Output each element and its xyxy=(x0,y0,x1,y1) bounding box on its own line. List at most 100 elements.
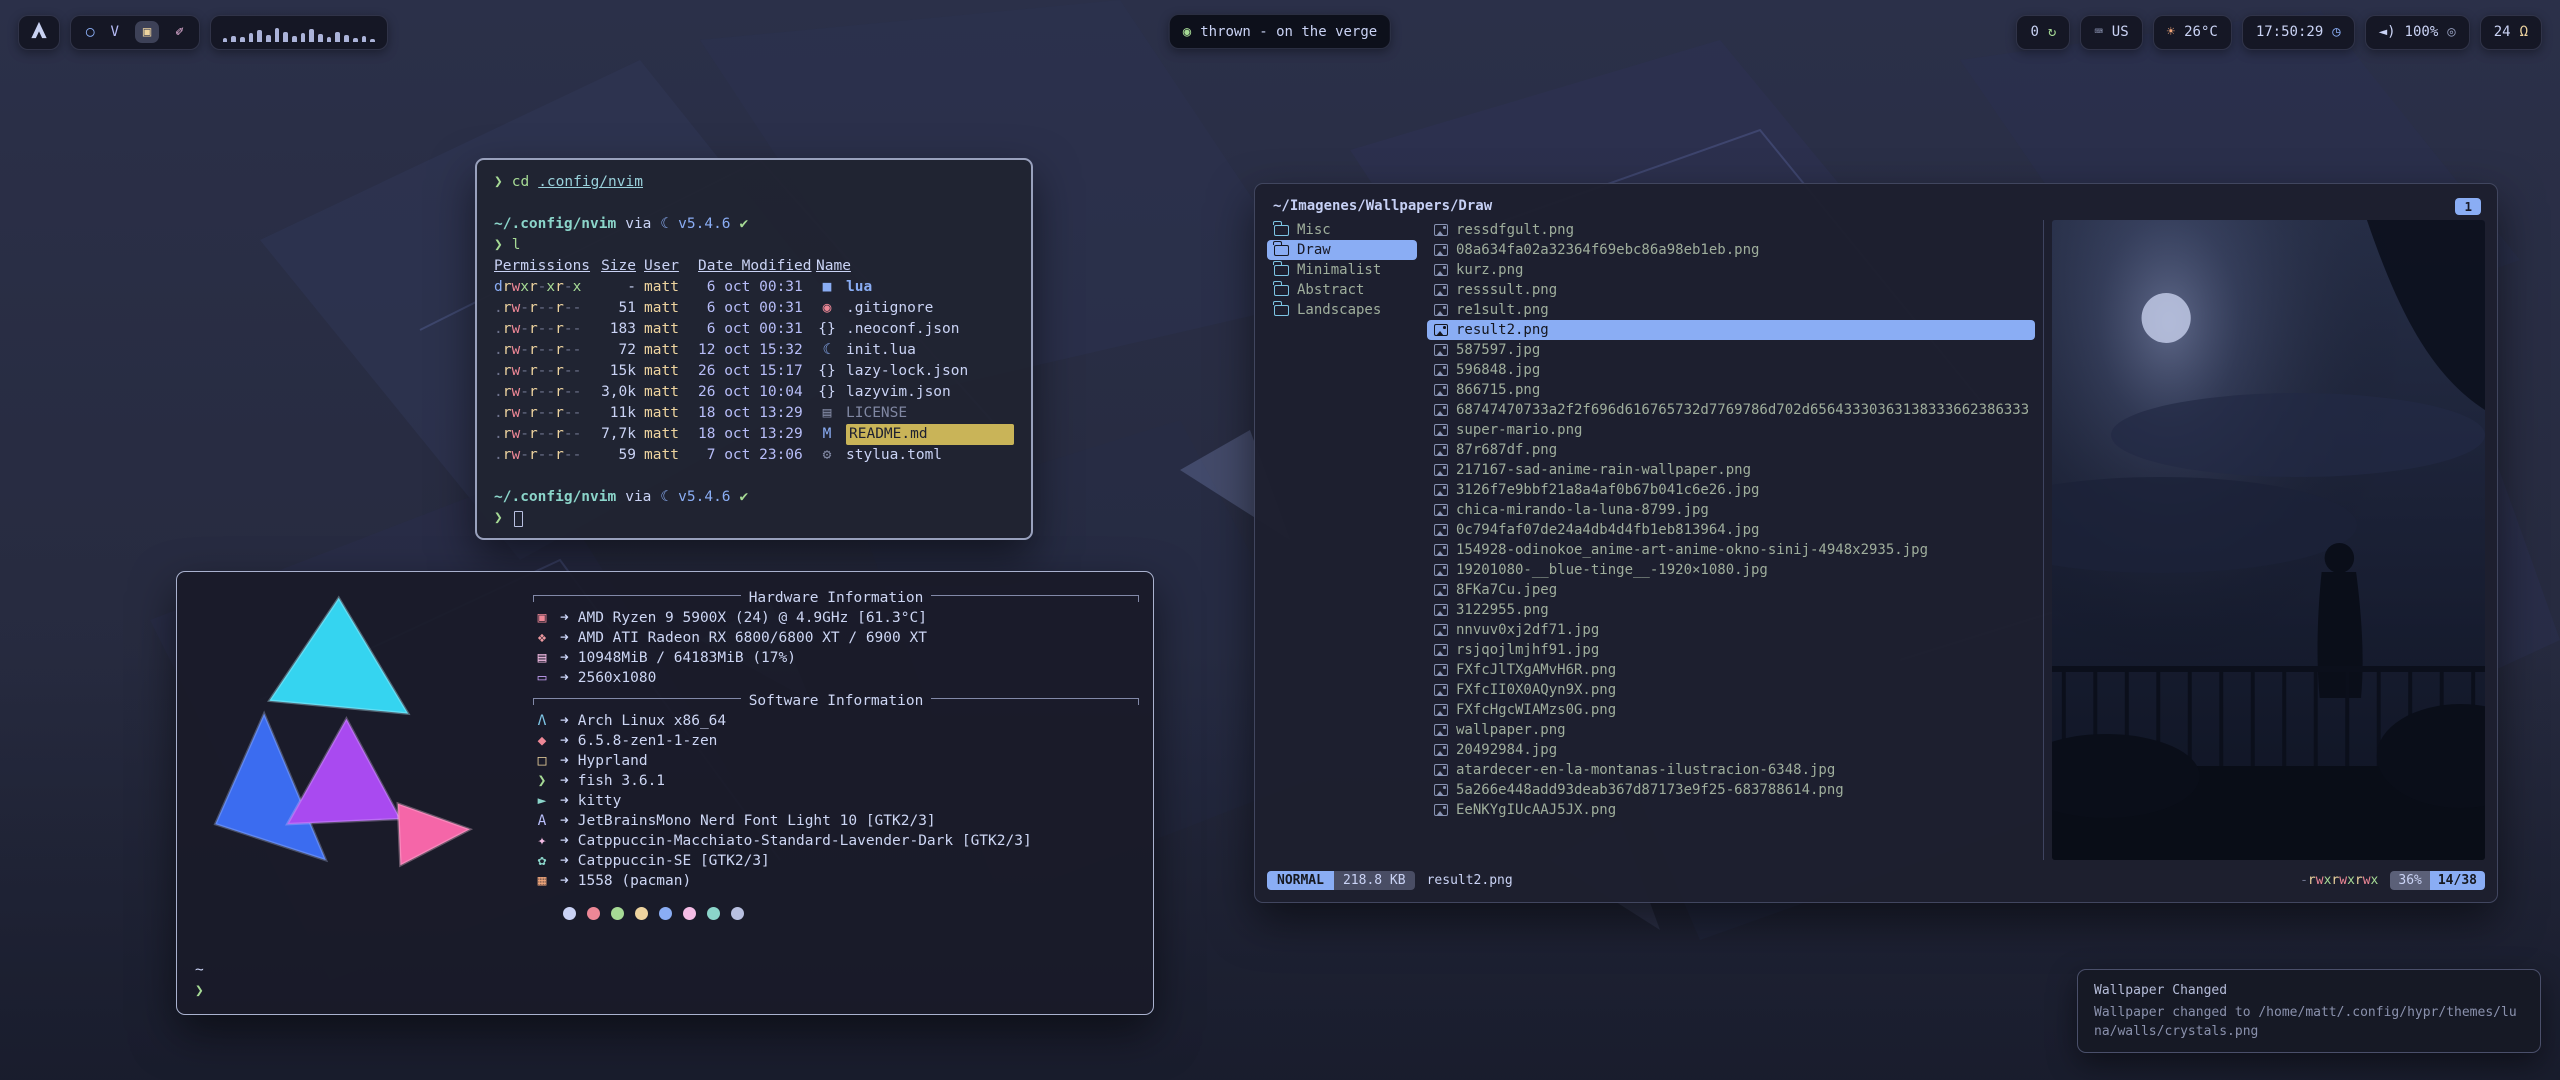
file-name: 596848.jpg xyxy=(1456,362,1540,378)
file-row[interactable]: atardecer-en-la-montanas-ilustracion-634… xyxy=(1427,760,2035,780)
visualizer-bar xyxy=(318,34,323,42)
sidebar-folder[interactable]: Landscapes xyxy=(1267,300,1417,320)
os-icon: Λ xyxy=(533,711,551,731)
image-file-icon xyxy=(1434,804,1448,816)
media-widget[interactable]: ◉ thrown - on the verge xyxy=(1169,14,1391,49)
file-owner: matt xyxy=(644,277,690,298)
file-row[interactable]: result2.png xyxy=(1427,320,2035,340)
file-row[interactable]: rsjqojlmjhf91.jpg xyxy=(1427,640,2035,660)
status-bar-left: ◯ V ▣ ✐ xyxy=(18,15,388,50)
file-manager-window[interactable]: ~/Imagenes/Wallpapers/Draw 1 Misc Draw M… xyxy=(1254,183,2498,903)
file-name: 587597.jpg xyxy=(1456,342,1540,358)
terminal-window[interactable]: ❯ cd .config/nvim ~/.config/nvim via ☾ v… xyxy=(475,158,1033,540)
file-row[interactable]: FXfcII0X0AQyn9X.png xyxy=(1427,680,2035,700)
file-row[interactable]: resssult.png xyxy=(1427,280,2035,300)
image-file-icon xyxy=(1434,464,1448,476)
file-row[interactable]: 19201080-__blue-tinge__-1920×1080.jpg xyxy=(1427,560,2035,580)
color-dot xyxy=(707,907,720,920)
image-file-icon xyxy=(1434,544,1448,556)
microphone-icon: ◎ xyxy=(2447,24,2455,40)
license-icon: ▤ xyxy=(816,403,838,424)
image-file-icon xyxy=(1434,624,1448,636)
via-label: via xyxy=(625,214,651,235)
file-row[interactable]: 596848.jpg xyxy=(1427,360,2035,380)
visualizer-bar xyxy=(266,35,271,42)
circle-icon[interactable]: ◯ xyxy=(86,24,94,40)
image-file-icon xyxy=(1434,784,1448,796)
info-line: ► ➜ kitty xyxy=(533,791,1139,811)
sidebar-folder[interactable]: Minimalist xyxy=(1267,260,1417,280)
updates-widget[interactable]: 0 ↻ xyxy=(2016,15,2070,50)
prompt-symbol: ❯ xyxy=(494,508,503,529)
tab-badge[interactable]: 1 xyxy=(2455,198,2481,215)
sidebar-folder[interactable]: Draw xyxy=(1267,240,1417,260)
notifications-widget[interactable]: 24 Ω xyxy=(2480,15,2542,50)
image-file-icon xyxy=(1434,644,1448,656)
file-row[interactable]: re1sult.png xyxy=(1427,300,2035,320)
info-value: 1558 (pacman) xyxy=(578,871,692,891)
file-row[interactable]: wallpaper.png xyxy=(1427,720,2035,740)
workspace-switcher[interactable]: ◯ V ▣ ✐ xyxy=(70,15,200,50)
file-name: .gitignore xyxy=(846,298,1014,319)
file-row[interactable]: 154928-odinokoe_anime-art-anime-okno-sin… xyxy=(1427,540,2035,560)
temperature-label: 26°C xyxy=(2184,24,2218,40)
file-name: chica-mirando-la-luna-8799.jpg xyxy=(1456,502,1709,518)
color-dot xyxy=(635,907,648,920)
file-row[interactable]: 866715.png xyxy=(1427,380,2035,400)
sidebar-folder[interactable]: Misc xyxy=(1267,220,1417,240)
image-file-icon xyxy=(1434,744,1448,756)
sidebar-folder[interactable]: Abstract xyxy=(1267,280,1417,300)
image-file-icon xyxy=(1434,704,1448,716)
file-row[interactable]: FXfcHgcWIAMzs0G.png xyxy=(1427,700,2035,720)
scroll-percent-badge: 36% xyxy=(2390,871,2429,890)
gtk-theme-icon: ✦ xyxy=(533,831,551,851)
folder-icon[interactable]: ▣ xyxy=(135,21,159,43)
launcher-button[interactable] xyxy=(18,15,60,50)
file-row[interactable]: kurz.png xyxy=(1427,260,2035,280)
image-preview-pane xyxy=(2043,220,2485,860)
file-row[interactable]: EeNKYgIUcAAJ5JX.png xyxy=(1427,800,2035,820)
volume-widget[interactable]: ◄) 100% ◎ xyxy=(2365,15,2470,50)
brush-icon[interactable]: ✐ xyxy=(175,24,183,40)
file-row[interactable]: 3122955.png xyxy=(1427,600,2035,620)
image-file-icon xyxy=(1434,424,1448,436)
file-row[interactable]: 8FKa7Cu.jpeg xyxy=(1427,580,2035,600)
weather-widget[interactable]: ☀ 26°C xyxy=(2153,15,2232,50)
file-row[interactable]: 68747470733a2f2f696d616765732d7769786d70… xyxy=(1427,400,2035,420)
prompt-path: ~/.config/nvim xyxy=(494,214,616,235)
file-row[interactable]: super-mario.png xyxy=(1427,420,2035,440)
visualizer-bar xyxy=(249,33,254,42)
status-filename: result2.png xyxy=(1427,873,1513,888)
file-row[interactable]: 217167-sad-anime-rain-wallpaper.png xyxy=(1427,460,2035,480)
info-value: 10948MiB / 64183MiB (17%) xyxy=(578,648,796,668)
file-row[interactable]: 20492984.jpg xyxy=(1427,740,2035,760)
file-row[interactable]: 87r687df.png xyxy=(1427,440,2035,460)
wm-icon: □ xyxy=(533,751,551,771)
system-info-window[interactable]: Hardware Information ▣ ➜ AMD Ryzen 9 590… xyxy=(176,571,1154,1015)
media-title: thrown - on the verge xyxy=(1200,24,1377,40)
color-dot xyxy=(659,907,672,920)
file-row[interactable]: FXfcJlTXgAMvH6R.png xyxy=(1427,660,2035,680)
arch-logo-icon xyxy=(30,21,48,43)
color-dot xyxy=(683,907,696,920)
file-row[interactable]: 08a634fa02a32364f69ebc86a98eb1eb.png xyxy=(1427,240,2035,260)
file-owner: matt xyxy=(644,403,690,424)
clock-widget[interactable]: 17:50:29 ◷ xyxy=(2242,15,2355,50)
file-row[interactable]: nnvuv0xj2df71.jpg xyxy=(1427,620,2035,640)
folder-icon xyxy=(1274,245,1289,256)
blank-line xyxy=(494,193,1014,214)
file-row[interactable]: 587597.jpg xyxy=(1427,340,2035,360)
input-line[interactable]: ❯ xyxy=(494,508,1014,529)
notification-toast[interactable]: Wallpaper Changed Wallpaper changed to /… xyxy=(2077,969,2541,1053)
file-row[interactable]: ressdfgult.png xyxy=(1427,220,2035,240)
file-row[interactable]: 5a266e448add93deab367d87173e9f25-6837886… xyxy=(1427,780,2035,800)
keyboard-layout-widget[interactable]: ⌨ US xyxy=(2080,15,2142,50)
image-file-icon xyxy=(1434,524,1448,536)
keyboard-icon: ⌨ xyxy=(2094,24,2102,40)
color-dot xyxy=(731,907,744,920)
file-row[interactable]: 3126f7e9bbf21a8a4af0b67b041c6e26.jpg xyxy=(1427,480,2035,500)
command-text: l xyxy=(512,235,521,256)
vivaldi-icon[interactable]: V xyxy=(110,24,118,40)
file-row[interactable]: 0c794faf07de24a4db4d4fb1eb813964.jpg xyxy=(1427,520,2035,540)
file-row[interactable]: chica-mirando-la-luna-8799.jpg xyxy=(1427,500,2035,520)
